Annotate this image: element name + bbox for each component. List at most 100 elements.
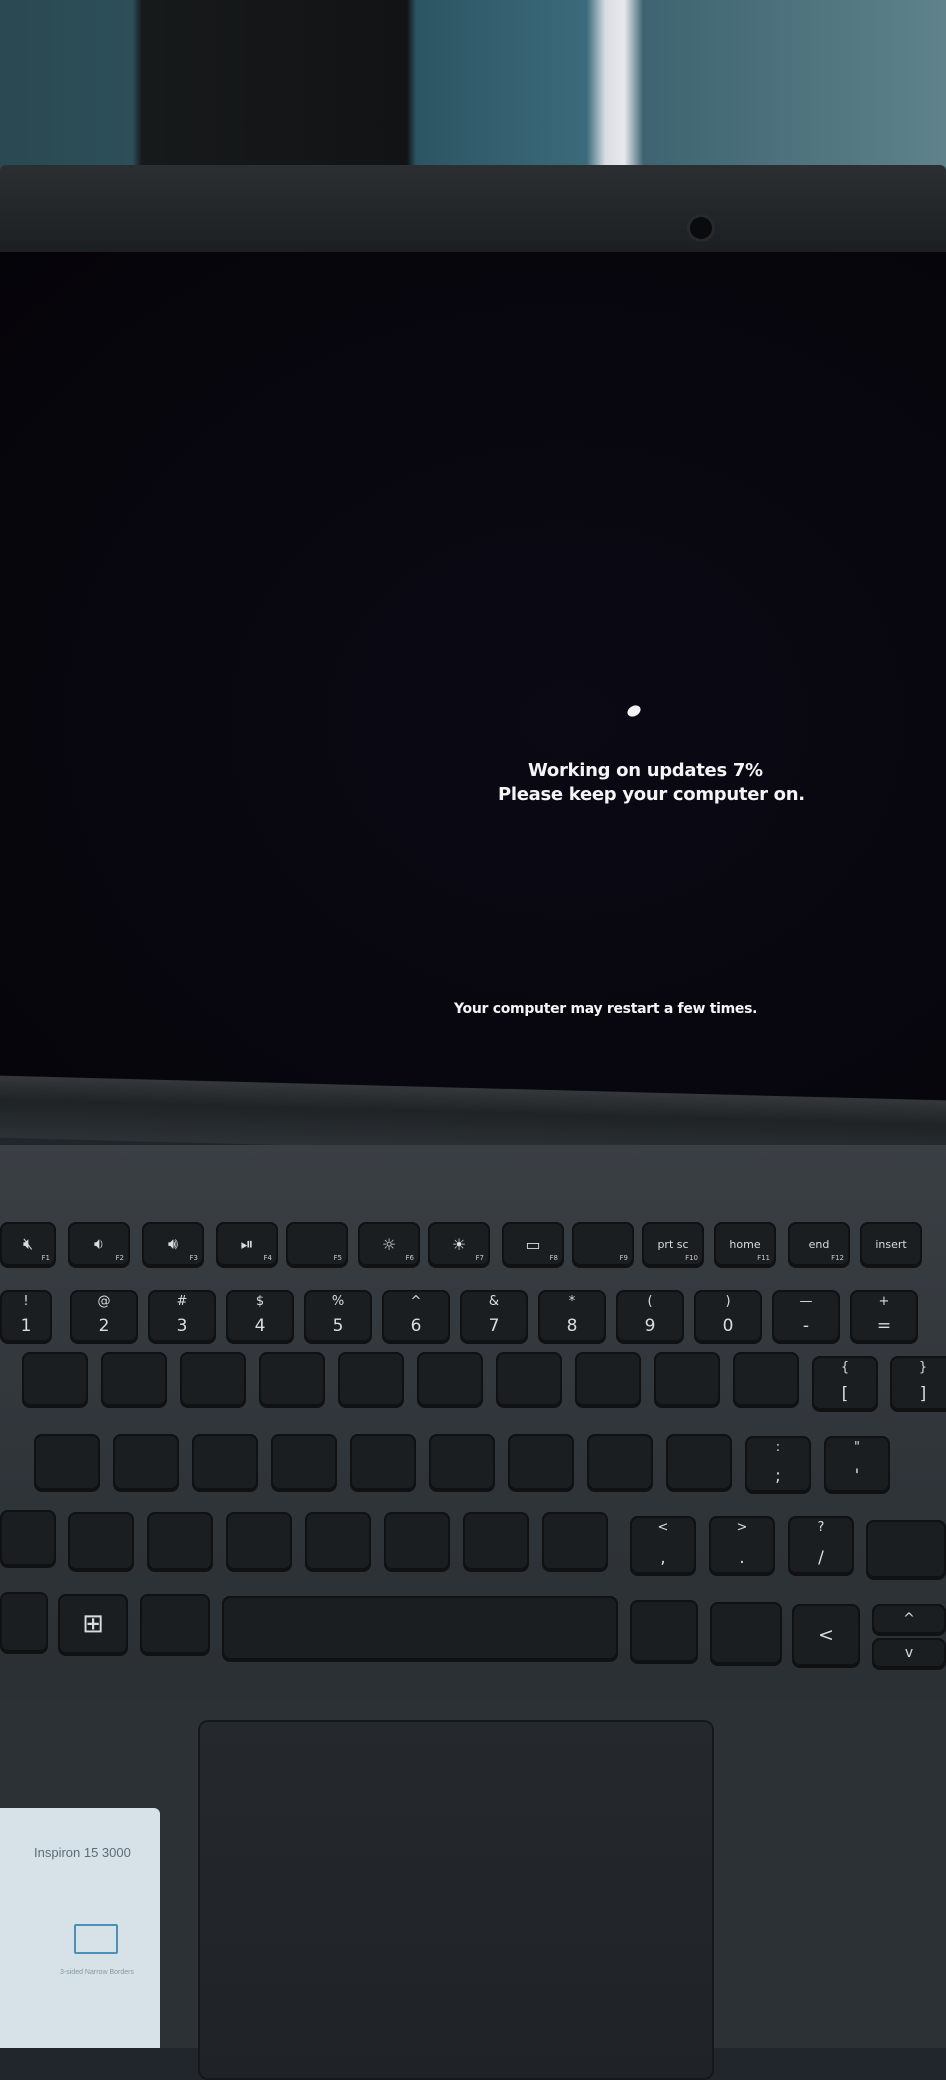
arrow-left-key[interactable]: < <box>792 1604 860 1666</box>
fn-key-sublabel: F7 <box>475 1254 484 1262</box>
key-e[interactable] <box>180 1352 246 1406</box>
key-d[interactable] <box>192 1434 258 1490</box>
arrow-up-key[interactable]: ^ <box>872 1604 946 1634</box>
fn-key-3[interactable]: 🔊︎ F3 <box>142 1222 204 1266</box>
fn-key-10[interactable]: prt sc F10 <box>642 1222 704 1266</box>
restart-note-text: Your computer may restart a few times. <box>454 1001 758 1017</box>
fn-key-4[interactable]: ⏯︎ F4 <box>216 1222 278 1266</box>
key-z[interactable] <box>68 1512 134 1570</box>
number-key-2[interactable]: @2 <box>70 1290 138 1342</box>
fn-key-label: end <box>808 1237 830 1251</box>
left-shift-key[interactable] <box>0 1510 56 1566</box>
key-shift-char: ! <box>23 1294 29 1309</box>
fn-key[interactable] <box>0 1592 48 1652</box>
number-key-=[interactable]: + = <box>850 1290 918 1342</box>
number-key--[interactable]: — - <box>772 1290 840 1342</box>
right-ctrl-key[interactable] <box>710 1602 782 1664</box>
key-o[interactable] <box>654 1352 720 1406</box>
right-alt-key[interactable] <box>630 1600 698 1662</box>
key-char: 0 <box>722 1316 734 1336</box>
key-a[interactable] <box>34 1434 100 1490</box>
volume-down-icon: 🔉︎ <box>93 1234 105 1253</box>
display-icon: ▭ <box>525 1234 541 1254</box>
fn-key-6[interactable]: ☼ F6 <box>358 1222 420 1266</box>
key-f[interactable] <box>271 1434 337 1490</box>
number-key-9[interactable]: (9 <box>616 1290 684 1342</box>
key-l[interactable] <box>666 1434 732 1490</box>
number-key-7[interactable]: & 7 <box>460 1290 528 1342</box>
key-char: 7 <box>488 1316 500 1336</box>
fn-key-11[interactable]: home F11 <box>714 1222 776 1266</box>
key-char: = <box>876 1316 892 1336</box>
key-p[interactable] <box>733 1352 799 1406</box>
touchpad[interactable] <box>198 1720 714 2080</box>
key-c[interactable] <box>226 1512 292 1570</box>
key-j[interactable] <box>508 1434 574 1490</box>
key-shift-char: } <box>918 1360 928 1375</box>
fn-key-5[interactable]: F5 <box>286 1222 348 1266</box>
number-key-4[interactable]: $4 <box>226 1290 294 1342</box>
number-key-1[interactable]: ! 1 <box>0 1290 52 1342</box>
key-g[interactable] <box>350 1434 416 1490</box>
key-shift-char: * <box>568 1294 576 1309</box>
fn-key-2[interactable]: 🔉︎ F2 <box>68 1222 130 1266</box>
bracket-key-1[interactable]: {[ <box>812 1356 878 1410</box>
key-shift-char: % <box>331 1294 345 1309</box>
fn-key-1[interactable]: 🔇︎ F1 <box>0 1222 56 1266</box>
key-s[interactable] <box>113 1434 179 1490</box>
fn-key-sublabel: F12 <box>831 1254 844 1262</box>
fn-key-7[interactable]: ☀︎ F7 <box>428 1222 490 1266</box>
number-key-8[interactable]: * 8 <box>538 1290 606 1342</box>
key-t[interactable] <box>338 1352 404 1406</box>
number-key-3[interactable]: #3 <box>148 1290 216 1342</box>
arrow-down-key[interactable]: v <box>872 1638 946 1668</box>
fn-key-9[interactable]: F9 <box>572 1222 634 1266</box>
arrow-left-icon: < <box>818 1624 834 1646</box>
sticker-model-name: Inspiron 15 3000 <box>34 1845 131 1860</box>
right-shift-key[interactable] <box>866 1520 946 1578</box>
key-k[interactable] <box>587 1434 653 1490</box>
loading-spinner-icon <box>625 703 643 719</box>
key-w[interactable] <box>101 1352 167 1406</box>
key-u[interactable] <box>496 1352 562 1406</box>
key-shift-char: : <box>775 1440 781 1455</box>
key-char: ] <box>919 1384 927 1404</box>
fn-key-sublabel: F6 <box>405 1254 414 1262</box>
bracket-key-2[interactable]: }] <box>890 1356 946 1410</box>
punct-key-2[interactable]: " ' <box>824 1436 890 1492</box>
number-key-5[interactable]: % 5 <box>304 1290 372 1342</box>
key-b[interactable] <box>384 1512 450 1570</box>
punct-key-1[interactable]: :; <box>745 1436 811 1492</box>
punct-key-z-1[interactable]: <, <box>630 1516 696 1574</box>
fn-key-12[interactable]: end F12 <box>788 1222 850 1266</box>
fn-key-8[interactable]: ▭ F8 <box>502 1222 564 1266</box>
left-alt-key[interactable] <box>140 1594 210 1654</box>
key-shift-char: & <box>488 1294 500 1309</box>
key-char: ' <box>854 1466 860 1486</box>
punct-key-z-2[interactable]: >. <box>709 1516 775 1574</box>
key-h[interactable] <box>429 1434 495 1490</box>
key-v[interactable] <box>305 1512 371 1570</box>
key-char: 1 <box>20 1316 32 1336</box>
key-q[interactable] <box>22 1352 88 1406</box>
key-n[interactable] <box>463 1512 529 1570</box>
laptop-lid-bezel <box>0 165 946 265</box>
arrow-up-icon: ^ <box>903 1611 915 1627</box>
arrow-down-icon: v <box>904 1645 914 1661</box>
windows-key[interactable]: ⊞ <box>58 1594 128 1654</box>
key-x[interactable] <box>147 1512 213 1570</box>
key-char: 4 <box>254 1316 266 1336</box>
key-r[interactable] <box>259 1352 325 1406</box>
key-shift-char: " <box>854 1440 860 1455</box>
key-char: . <box>739 1548 745 1568</box>
number-key-6[interactable]: ^ 6 <box>382 1290 450 1342</box>
key-m[interactable] <box>542 1512 608 1570</box>
spacebar-key[interactable] <box>222 1596 618 1660</box>
key-i[interactable] <box>575 1352 641 1406</box>
number-key-0[interactable]: ) 0 <box>694 1290 762 1342</box>
fn-key-13[interactable]: insert <box>860 1222 922 1266</box>
mute-icon: 🔇︎ <box>22 1234 34 1253</box>
key-shift-char: ( <box>647 1294 653 1309</box>
key-y[interactable] <box>417 1352 483 1406</box>
punct-key-z-3[interactable]: ? / <box>788 1516 854 1574</box>
